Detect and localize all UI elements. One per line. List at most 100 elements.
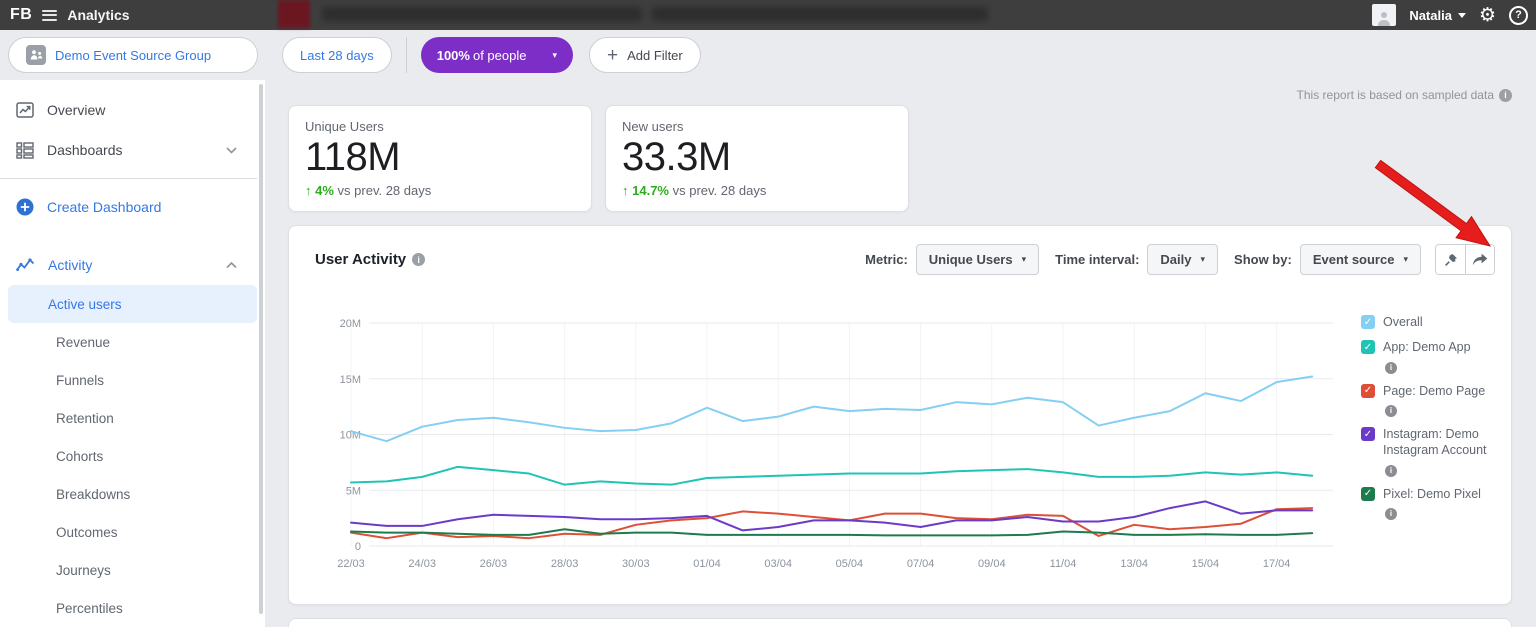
top-nav-bar: FB Analytics Natalia ⚙ ?	[0, 0, 1536, 30]
sidebar-item-revenue[interactable]: Revenue	[8, 323, 257, 361]
info-icon[interactable]: i	[1385, 465, 1397, 477]
card-value: 118M	[305, 135, 575, 180]
legend-checkbox[interactable]: ✓	[1361, 315, 1375, 329]
add-filter-button[interactable]: + Add Filter	[589, 37, 701, 73]
chevron-down-icon: ▾	[1403, 254, 1408, 265]
sidebar-item-dashboards[interactable]: Dashboards	[0, 130, 265, 170]
card-title: New users	[622, 119, 892, 134]
info-icon[interactable]: i	[1385, 362, 1397, 374]
main-content: This report is based on sampled data i U…	[265, 80, 1536, 627]
svg-text:01/04: 01/04	[693, 558, 721, 570]
legend-checkbox[interactable]: ✓	[1361, 384, 1375, 398]
user-activity-panel: User Activity i Metric: Unique Users ▾ T…	[288, 225, 1512, 605]
svg-text:20M: 20M	[340, 318, 361, 330]
legend-item: ✓ Pixel: Demo Pixel i	[1361, 486, 1491, 520]
add-filter-label: Add Filter	[627, 48, 683, 63]
sidebar-item-journeys[interactable]: Journeys	[8, 551, 257, 589]
info-icon[interactable]: i	[412, 253, 425, 266]
share-arrow-icon	[1472, 253, 1488, 266]
event-source-group-selector[interactable]: Demo Event Source Group	[8, 37, 258, 73]
legend-checkbox[interactable]: ✓	[1361, 340, 1375, 354]
svg-text:24/03: 24/03	[408, 558, 436, 570]
chevron-up-icon	[226, 262, 237, 269]
sidebar-item-label: Overview	[47, 102, 105, 118]
divider	[406, 37, 407, 73]
dashboards-icon	[16, 142, 34, 159]
chevron-down-icon: ▾	[552, 50, 557, 61]
avatar[interactable]	[1372, 4, 1396, 26]
sampled-data-note: This report is based on sampled data i	[1297, 88, 1512, 102]
legend-item: ✓ Page: Demo Page i	[1361, 383, 1491, 417]
event-source-group-label: Demo Event Source Group	[55, 48, 211, 63]
sidebar-item-retention[interactable]: Retention	[8, 399, 257, 437]
card-value: 33.3M	[622, 135, 892, 180]
sidebar-item-active-users[interactable]: Active users	[8, 285, 257, 323]
info-icon[interactable]: i	[1385, 508, 1397, 520]
chevron-down-icon	[1458, 13, 1466, 18]
svg-text:17/04: 17/04	[1263, 558, 1291, 570]
create-dashboard-button[interactable]: Create Dashboard	[0, 187, 265, 227]
unique-users-card: Unique Users 118M ↑ 4% vs prev. 28 days	[288, 105, 592, 212]
svg-text:26/03: 26/03	[480, 558, 508, 570]
svg-text:0: 0	[355, 541, 361, 553]
legend-item: ✓Instagram: Demo Instagram Account i	[1361, 426, 1491, 477]
svg-text:03/04: 03/04	[764, 558, 792, 570]
sidebar: Overview Dashboards Create Dashboard Act…	[0, 80, 265, 627]
gear-icon[interactable]: ⚙	[1479, 6, 1496, 25]
date-range-label: Last 28 days	[300, 48, 374, 63]
chevron-down-icon: ▾	[1201, 254, 1206, 265]
svg-text:09/04: 09/04	[978, 558, 1006, 570]
sidebar-item-breakdowns[interactable]: Breakdowns	[8, 475, 257, 513]
legend-item: ✓ Overall	[1361, 314, 1491, 330]
svg-text:5M: 5M	[346, 485, 361, 497]
card-delta: ↑ 14.7% vs prev. 28 days	[622, 183, 892, 198]
card-delta: ↑ 4% vs prev. 28 days	[305, 183, 575, 198]
legend-checkbox[interactable]: ✓	[1361, 427, 1375, 441]
chevron-down-icon	[226, 147, 237, 154]
user-menu[interactable]: Natalia	[1409, 8, 1466, 23]
svg-text:15/04: 15/04	[1192, 558, 1220, 570]
sidebar-scrollbar[interactable]	[259, 84, 263, 614]
legend-label: Pixel: Demo Pixel i	[1383, 486, 1487, 520]
sidebar-item-percentiles[interactable]: Percentiles	[8, 589, 257, 627]
date-range-selector[interactable]: Last 28 days	[282, 37, 392, 73]
legend-label: Overall	[1383, 314, 1423, 330]
card-title: Unique Users	[305, 119, 575, 134]
chart-legend: ✓ Overall ✓ App: Demo App i ✓ Page: Demo Pag…	[1361, 314, 1491, 529]
panel-title: User Activity i	[315, 251, 425, 268]
sidebar-item-label: Dashboards	[47, 142, 123, 158]
time-interval-dropdown[interactable]: Daily ▾	[1147, 244, 1218, 275]
svg-text:28/03: 28/03	[551, 558, 579, 570]
filter-bar: Demo Event Source Group Last 28 days 100…	[0, 30, 1536, 80]
share-button[interactable]	[1465, 245, 1494, 274]
svg-text:30/03: 30/03	[622, 558, 650, 570]
overview-chart-icon	[16, 102, 34, 118]
sidebar-item-cohorts[interactable]: Cohorts	[8, 437, 257, 475]
legend-label: App: Demo App i	[1383, 339, 1487, 373]
pin-button[interactable]	[1436, 245, 1465, 274]
sidebar-item-overview[interactable]: Overview	[0, 90, 265, 130]
sidebar-item-activity[interactable]: Activity	[0, 245, 265, 285]
legend-item: ✓ App: Demo App i	[1361, 339, 1491, 373]
sampled-data-text: This report is based on sampled data	[1297, 88, 1494, 102]
help-icon[interactable]: ?	[1509, 6, 1528, 25]
sidebar-item-outcomes[interactable]: Outcomes	[8, 513, 257, 551]
svg-text:15M: 15M	[340, 374, 361, 386]
create-dashboard-label: Create Dashboard	[47, 199, 161, 215]
legend-checkbox[interactable]: ✓	[1361, 487, 1375, 501]
hamburger-menu-icon[interactable]	[42, 10, 57, 21]
metric-dropdown[interactable]: Unique Users ▾	[916, 244, 1039, 275]
time-interval-label: Time interval:	[1055, 252, 1139, 267]
svg-text:11/04: 11/04	[1050, 558, 1077, 570]
show-by-dropdown[interactable]: Event source ▾	[1300, 244, 1421, 275]
population-rest: of people	[473, 48, 527, 63]
fb-logo[interactable]: FB	[10, 6, 32, 24]
pin-icon	[1444, 253, 1458, 267]
info-icon[interactable]: i	[1385, 405, 1397, 417]
population-filter-dropdown[interactable]: 100% of people ▾	[421, 37, 573, 73]
legend-label: Page: Demo Page i	[1383, 383, 1487, 417]
info-icon[interactable]: i	[1499, 89, 1512, 102]
activity-line-chart: 22/0324/0326/0328/0330/0301/0403/0405/04…	[321, 311, 1351, 576]
plus-icon: +	[607, 46, 618, 65]
sidebar-item-funnels[interactable]: Funnels	[8, 361, 257, 399]
